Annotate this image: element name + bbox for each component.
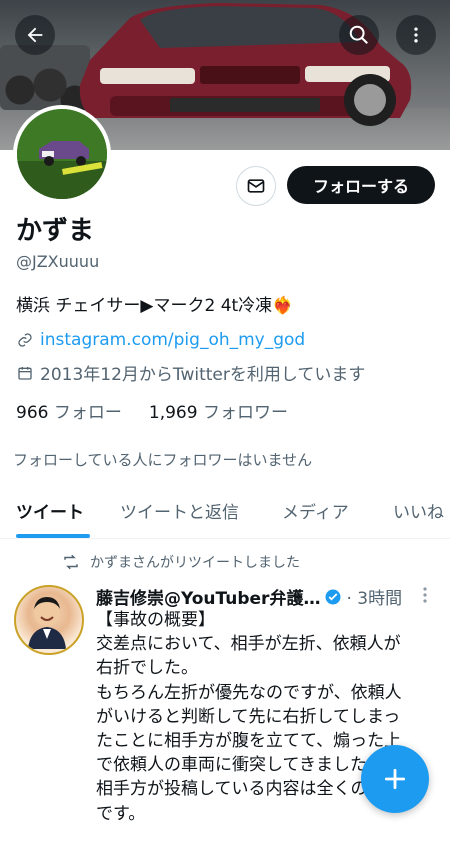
more-vertical-icon (414, 27, 418, 43)
profile-name: かずま (16, 216, 95, 246)
tweet-line: がいけると判断して先に右折してしまっ (96, 706, 401, 727)
arrow-left-icon (27, 27, 43, 43)
tweet-line: 【事故の概要】 (96, 610, 215, 630)
profile-stats: 966 フォロー 1,969 フォロワー (16, 398, 288, 423)
search-button[interactable] (339, 15, 379, 55)
profile-bio: 横浜 チェイサー▶︎マーク2 4t冷凍❤️‍🔥 (16, 296, 294, 316)
envelope-icon (247, 179, 265, 193)
tab-media[interactable]: メディア (282, 498, 349, 523)
profile-link-row: instagram.com/pig_oh_my_god (16, 330, 305, 350)
compose-tweet-button[interactable] (361, 745, 429, 813)
profile-avatar[interactable] (13, 105, 111, 203)
follow-button[interactable]: フォローする (287, 166, 435, 204)
author-portrait-image (28, 597, 66, 649)
tweet-author-avatar[interactable] (14, 585, 84, 655)
followers-stat[interactable]: 1,969 フォロワー (149, 403, 288, 423)
back-button[interactable] (15, 15, 55, 55)
search-icon (349, 25, 368, 44)
retweet-icon (64, 554, 78, 570)
link-icon (16, 331, 34, 349)
profile-joined-row: 2013年12月からTwitterを利用しています (16, 360, 365, 385)
profile-tabs: ツイート ツイートと返信 メディア いいね (0, 488, 450, 539)
verified-badge-icon (325, 589, 341, 604)
more-vertical-icon (423, 587, 427, 603)
tweet-timestamp[interactable]: · 3時間 (346, 584, 402, 609)
calendar-icon (16, 364, 34, 382)
profile-handle: @JZXuuuu (16, 252, 100, 271)
tweet-more-button[interactable] (416, 584, 434, 606)
tweet-line: 交差点において、相手が左折、依頼人が (96, 634, 401, 655)
tab-tweets[interactable]: ツイート (16, 498, 84, 523)
tab-likes[interactable]: いいね (393, 498, 444, 523)
profile-joined-date: 2013年12月からTwitterを利用しています (40, 365, 366, 385)
tweet-line: もちろん左折が優先なのですが、依頼人 (96, 682, 402, 703)
avatar-car-image (17, 109, 107, 199)
tab-tweets-and-replies[interactable]: ツイートと返信 (120, 498, 239, 523)
plus-icon (384, 768, 406, 790)
mutual-followers-note: フォローしている人にフォロワーはいません (13, 451, 313, 469)
more-options-button[interactable] (396, 15, 436, 55)
tweet-author-name[interactable]: 藤吉修崇@YouTuber弁護… (96, 584, 320, 609)
retweet-context: かずまさんがリツイートしました (62, 552, 300, 572)
tweet-line: 右折でした。 (96, 658, 198, 679)
message-button[interactable] (236, 166, 276, 206)
tweet-header: 藤吉修崇@YouTuber弁護… · 3時間 (96, 584, 402, 609)
following-stat[interactable]: 966 フォロー (16, 403, 122, 423)
active-tab-indicator (16, 534, 90, 538)
profile-website-link[interactable]: instagram.com/pig_oh_my_god (40, 330, 305, 350)
